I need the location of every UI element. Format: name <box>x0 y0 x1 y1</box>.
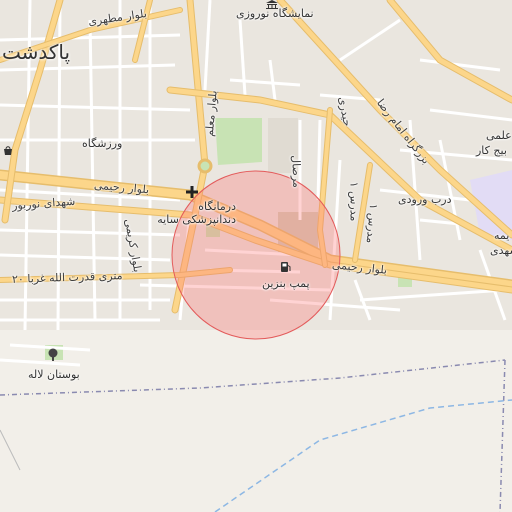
entrance-label: درب ورودی <box>398 193 452 206</box>
madares-2-label: مدرس ۱ <box>363 203 381 244</box>
marsal-label: مرصال <box>289 154 304 189</box>
madares-label: مدرس ۱ <box>347 181 361 222</box>
museum-label: نمایشگاه نوروزی <box>236 7 314 20</box>
right-top-label-2: بیج کار <box>476 144 507 157</box>
right-top-label-1: علمی <box>486 129 512 142</box>
fuel-station-label: پمپ بنزین <box>262 277 310 290</box>
shopping-icon[interactable] <box>3 146 13 156</box>
gym-label: ورزشگاه <box>82 137 123 150</box>
right-mid-label-2: شهدی <box>490 244 512 257</box>
rural-area <box>0 330 512 512</box>
park-lale-label: بوستان لاله <box>28 368 80 381</box>
clinic-label: درمانگاه دندانپزشکی سایه <box>157 200 236 226</box>
tree-icon[interactable] <box>46 348 60 362</box>
hospital-cross-icon[interactable] <box>186 186 198 198</box>
park-area <box>215 118 262 165</box>
city-label: پاکدشت <box>2 40 71 64</box>
fuel-icon[interactable] <box>280 261 292 273</box>
museum-icon[interactable] <box>266 0 278 9</box>
map-view[interactable]: پاکدشت بلوار مطهری نمایشگاه نوروزی بلوار… <box>0 0 512 512</box>
map-base-layer <box>0 0 512 512</box>
roundabout <box>197 158 213 174</box>
right-mid-label-1: یمه <box>494 229 510 242</box>
